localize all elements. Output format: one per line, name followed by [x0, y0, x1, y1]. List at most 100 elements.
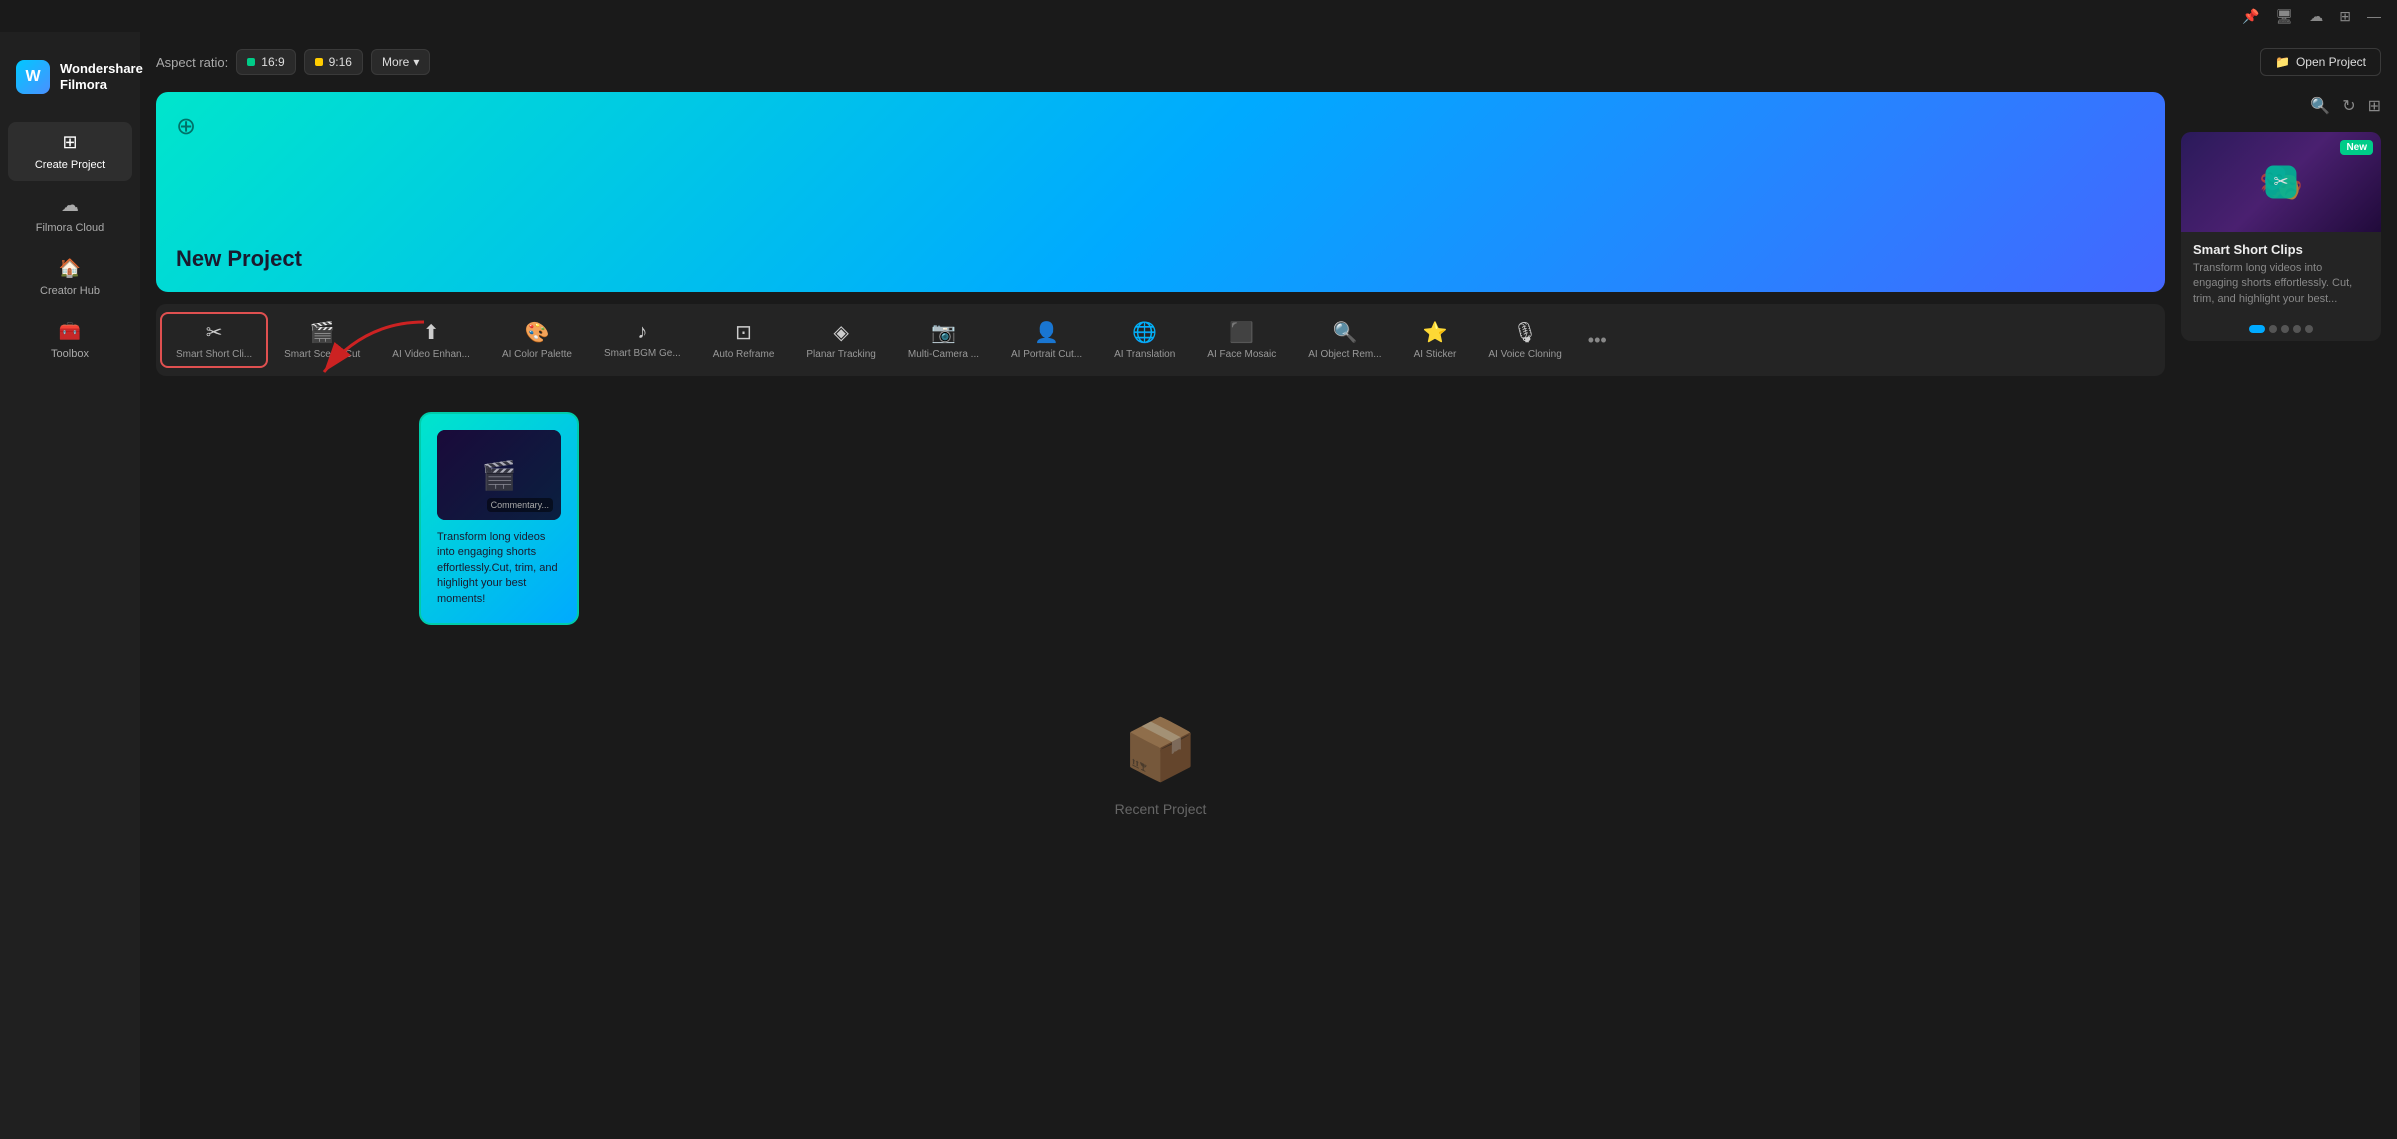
tooltip-thumbnail: 🎬 Commentary... [437, 430, 561, 520]
ai-sticker-icon: ⭐ [1423, 320, 1448, 345]
tool-label: Smart Short Cli... [176, 349, 252, 360]
sidebar-item-filmora-cloud[interactable]: ☁ Filmora Cloud [8, 185, 132, 244]
dot-5[interactable] [2305, 325, 2313, 333]
ai-voice-cloning-icon: 🎙 [1512, 320, 1537, 345]
dot-2[interactable] [2269, 325, 2277, 333]
sidebar-item-label: Toolbox [51, 348, 89, 360]
logo-text: Wondershare Filmora [60, 61, 143, 92]
folder-icon: 📁 [2275, 55, 2290, 69]
pin-icon[interactable]: 📌 [2242, 8, 2259, 25]
display-icon[interactable]: 🖥 [2275, 8, 2293, 25]
dot-4[interactable] [2293, 325, 2301, 333]
tool-label: AI Sticker [1414, 349, 1457, 360]
tool-label: Smart Scene Cut [284, 349, 360, 360]
feature-card-dots [2181, 317, 2381, 341]
feature-card-icon-badge: ✂ [2265, 166, 2296, 199]
dot-916 [315, 58, 323, 66]
smart-scene-cut-icon: 🎬 [310, 320, 335, 345]
more-button[interactable]: More ▾ [371, 49, 430, 75]
tools-bar: ✂ Smart Short Cli... 🎬 Smart Scene Cut ⬆… [156, 304, 2165, 376]
empty-state-icon: 📦 [1123, 714, 1198, 785]
feature-card-description: Transform long videos into engaging shor… [2193, 261, 2369, 307]
main-content: Aspect ratio: 16:9 9:16 More ▾ 📁 Open Pr… [140, 32, 2397, 1139]
tool-ai-object-remove[interactable]: 🔍 AI Object Rem... [1292, 312, 1397, 368]
smart-bgm-gen-icon: ♪ [637, 321, 647, 344]
planar-tracking-icon: ◈ [833, 320, 848, 345]
smart-short-clips-icon: ✂ [206, 320, 223, 345]
tool-smart-bgm-gen[interactable]: ♪ Smart BGM Ge... [588, 313, 697, 367]
tool-ai-sticker[interactable]: ⭐ AI Sticker [1398, 312, 1473, 368]
refresh-icon[interactable]: ↻ [2342, 96, 2355, 116]
tool-label: AI Face Mosaic [1207, 349, 1276, 360]
creator-hub-icon: 🏠 [59, 258, 81, 279]
feature-card[interactable]: 🎭 New ✂ Smart Short Clips Transform long… [2181, 132, 2381, 341]
content-area: ⊕ New Project ✂ Smart Short Cli... 🎬 Sma… [156, 92, 2381, 1123]
dot-169 [247, 58, 255, 66]
new-project-banner[interactable]: ⊕ New Project [156, 92, 2165, 292]
dot-3[interactable] [2281, 325, 2289, 333]
new-project-label: New Project [176, 246, 2145, 272]
ai-video-enhance-icon: ⬆ [423, 320, 440, 345]
tools-more-button[interactable]: ••• [1578, 324, 1617, 357]
create-project-icon: ⊞ [62, 132, 77, 153]
ai-portrait-cut-icon: 👤 [1034, 320, 1059, 345]
ai-translation-icon: 🌐 [1132, 320, 1157, 345]
tool-ai-face-mosaic[interactable]: ⬛ AI Face Mosaic [1191, 312, 1292, 368]
ai-face-mosaic-icon: ⬛ [1229, 320, 1254, 345]
tool-label: Multi-Camera ... [908, 349, 979, 360]
aspect-btn-916[interactable]: 9:16 [304, 49, 363, 75]
tool-planar-tracking[interactable]: ◈ Planar Tracking [790, 312, 891, 368]
minimize-icon[interactable]: — [2367, 8, 2381, 24]
tool-ai-translation[interactable]: 🌐 AI Translation [1098, 312, 1191, 368]
toolbox-icon: 🧰 [59, 321, 81, 342]
system-bar: 📌 🖥 ☁ ⊞ — [0, 0, 2397, 32]
aspect-ratio-label: Aspect ratio: [156, 55, 228, 70]
tool-smart-scene-cut[interactable]: 🎬 Smart Scene Cut [268, 312, 376, 368]
plus-icon: ⊕ [176, 112, 196, 141]
chevron-down-icon: ▾ [413, 55, 419, 69]
tool-smart-short-clips[interactable]: ✂ Smart Short Cli... [160, 312, 268, 368]
tool-auto-reframe[interactable]: ⊡ Auto Reframe [697, 312, 791, 368]
grid-icon[interactable]: ⊞ [2339, 8, 2351, 25]
top-bar: Aspect ratio: 16:9 9:16 More ▾ 📁 Open Pr… [156, 48, 2381, 76]
cloud-icon[interactable]: ☁ [2309, 8, 2323, 25]
tool-ai-voice-cloning[interactable]: 🎙 AI Voice Cloning [1472, 312, 1577, 368]
ai-object-remove-icon: 🔍 [1332, 320, 1357, 345]
tool-label: AI Object Rem... [1308, 349, 1381, 360]
thumbnail-bg: 🎬 Commentary... [437, 430, 561, 520]
tooltip-popup: 🎬 Commentary... Transform long videos in… [419, 412, 579, 625]
sidebar-item-label: Filmora Cloud [36, 222, 104, 234]
open-project-button[interactable]: 📁 Open Project [2260, 48, 2381, 76]
tool-multi-camera[interactable]: 📷 Multi-Camera ... [892, 312, 995, 368]
logo-icon: W [16, 60, 50, 94]
thumbnail-icon: 🎬 [482, 459, 517, 492]
recent-project-label: Recent Project [1115, 801, 1207, 817]
feature-tool-icon: ✂ [2273, 172, 2288, 193]
tool-ai-color-palette[interactable]: 🎨 AI Color Palette [486, 312, 588, 368]
aspect-ratio-group: Aspect ratio: 16:9 9:16 More ▾ [156, 49, 430, 75]
sidebar-item-create-project[interactable]: ⊞ Create Project [8, 122, 132, 181]
app-layout: W Wondershare Filmora ⊞ Create Project ☁… [0, 32, 2397, 1139]
grid-view-icon[interactable]: ⊞ [2368, 96, 2381, 116]
tool-ai-portrait-cut[interactable]: 👤 AI Portrait Cut... [995, 312, 1098, 368]
tool-label: AI Voice Cloning [1488, 349, 1561, 360]
feature-card-badge: New [2340, 140, 2373, 155]
tool-label: AI Portrait Cut... [1011, 349, 1082, 360]
right-panel-actions: 🔍 ↻ ⊞ [2181, 92, 2381, 120]
feature-card-title: Smart Short Clips [2193, 242, 2369, 257]
feature-card-thumbnail: 🎭 New ✂ [2181, 132, 2381, 232]
aspect-btn-169[interactable]: 16:9 [236, 49, 295, 75]
sidebar-item-label: Create Project [35, 159, 105, 171]
multi-camera-icon: 📷 [931, 320, 956, 345]
sidebar-item-creator-hub[interactable]: 🏠 Creator Hub [8, 248, 132, 307]
tool-ai-video-enhance[interactable]: ⬆ AI Video Enhan... [376, 312, 486, 368]
tool-label: AI Color Palette [502, 349, 572, 360]
ai-color-palette-icon: 🎨 [525, 320, 550, 345]
sidebar-item-toolbox[interactable]: 🧰 Toolbox [8, 311, 132, 370]
search-icon[interactable]: 🔍 [2310, 96, 2330, 116]
app-logo: W Wondershare Filmora [0, 48, 140, 118]
feature-card-body: Smart Short Clips Transform long videos … [2181, 232, 2381, 317]
sidebar-item-label: Creator Hub [40, 285, 100, 297]
dot-1[interactable] [2249, 325, 2265, 333]
filmora-cloud-icon: ☁ [61, 195, 79, 216]
